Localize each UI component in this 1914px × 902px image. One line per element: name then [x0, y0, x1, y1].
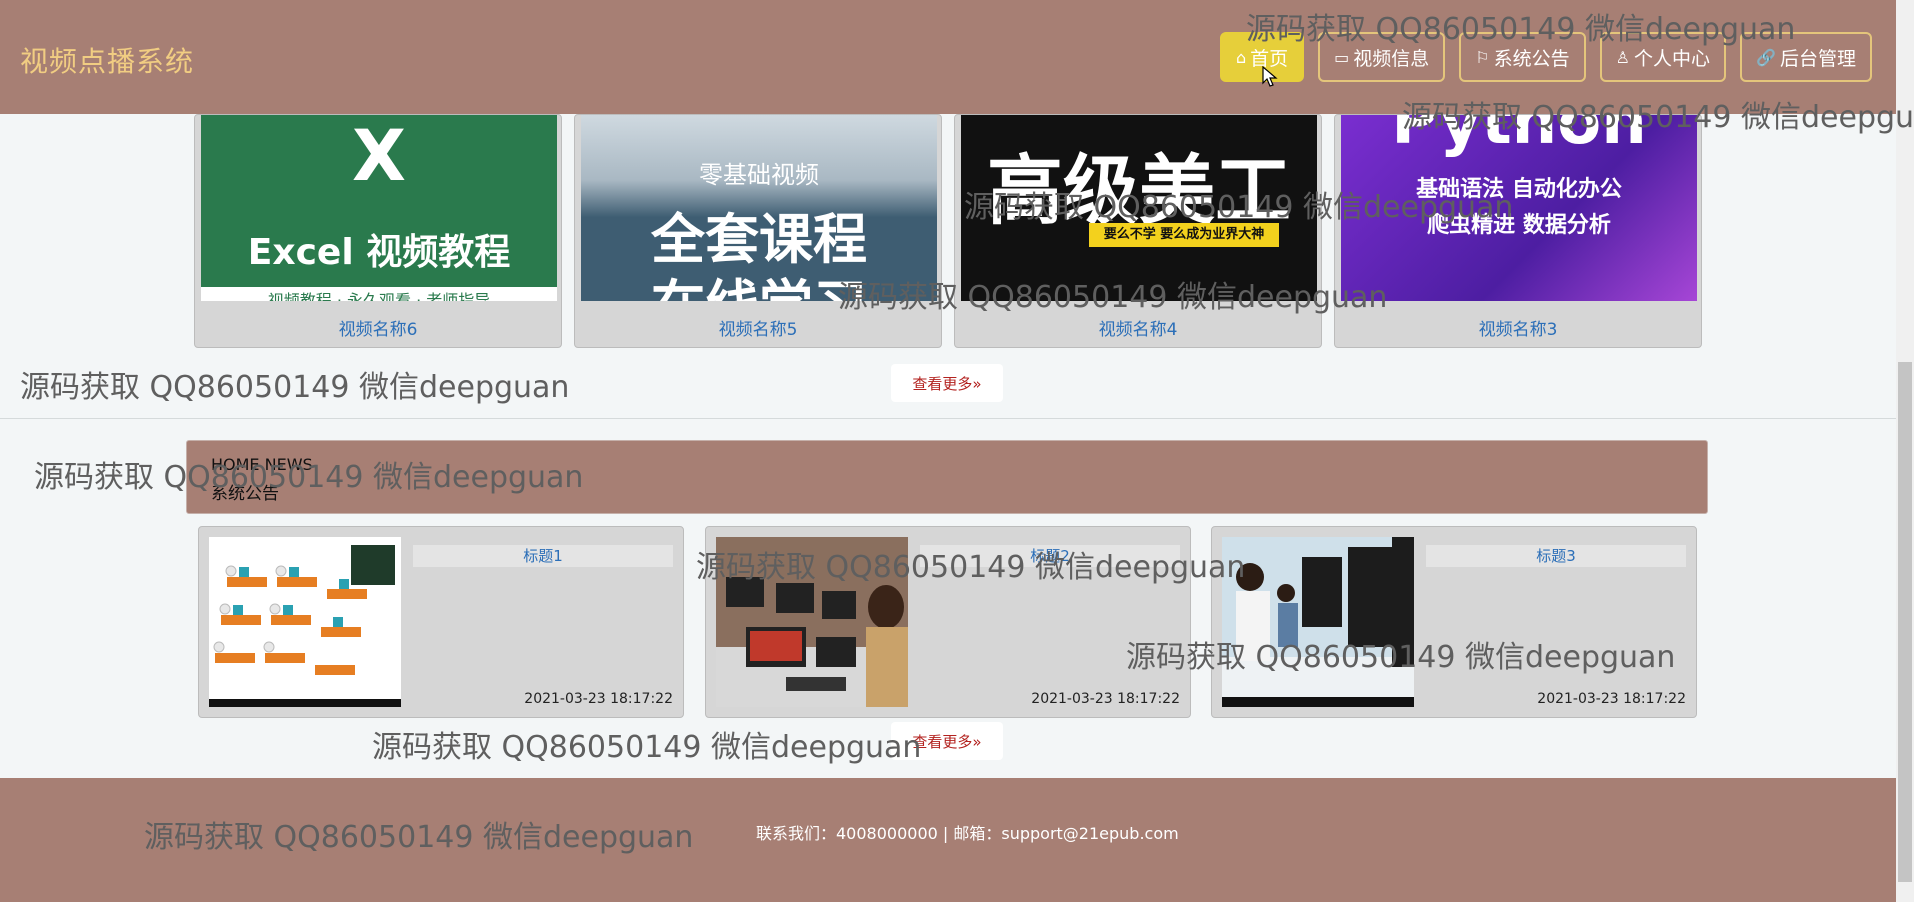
thumbnail-title: Excel 视频教程	[247, 232, 511, 273]
mouse-cursor-icon	[1262, 66, 1278, 87]
classroom-illustration-icon	[209, 537, 401, 707]
video-thumbnail[interactable]: 零基础视频 全套课程 在线学习	[581, 115, 937, 301]
news-title[interactable]: 标题1	[413, 545, 673, 567]
home-icon: ⌂	[1236, 47, 1247, 67]
news-card[interactable]: 标题1 2021-03-23 18:17:22	[198, 526, 684, 718]
office-photo-icon	[1222, 537, 1414, 707]
video-card[interactable]: X Excel 视频教程 视频教程 · 永久观看 · 老师指导 视频名称6	[194, 114, 562, 348]
user-icon: ♙	[1615, 47, 1631, 67]
video-name[interactable]: 视频名称6	[195, 315, 561, 340]
news-date: 2021-03-23 18:17:22	[1537, 691, 1686, 707]
main-nav: ⌂ 首页 ▭ 视频信息 ⚐ 系统公告 ♙ 个人中心 🔗 后台管理	[1220, 32, 1872, 82]
footer-contact: 联系我们：4008000000 | 邮箱：support@21epub.com	[756, 824, 1179, 843]
nav-announcement-label: 系统公告	[1493, 47, 1570, 70]
news-heading-cn: 系统公告	[211, 484, 279, 504]
nav-video-info-label: 视频信息	[1353, 47, 1430, 70]
flag-icon: ⚐	[1475, 47, 1490, 67]
news-date: 2021-03-23 18:17:22	[1031, 691, 1180, 707]
scrollbar-thumb[interactable]	[1898, 362, 1912, 882]
thumbnail-subtitle: 在线学习	[581, 261, 937, 301]
video-card[interactable]: 高级美工 要么不学 要么成为业界大神 视频名称4	[954, 114, 1322, 348]
news-card[interactable]: 标题3 2021-03-23 18:17:22	[1211, 526, 1697, 718]
nav-admin-label: 后台管理	[1779, 47, 1856, 70]
thumbnail-tagline: 零基础视频	[699, 161, 819, 189]
videos-more-button[interactable]: 查看更多»	[891, 364, 1003, 402]
video-section: X Excel 视频教程 视频教程 · 永久观看 · 老师指导 视频名称6 零基…	[0, 114, 1896, 419]
thumbnail-tagline: 爬虫精进 数据分析	[1427, 213, 1611, 238]
vertical-scrollbar[interactable]	[1896, 0, 1914, 902]
thumbnail-subtitle: 视频教程 · 永久观看 · 老师指导	[201, 287, 557, 301]
video-thumbnail[interactable]: Python 基础语法 自动化办公 爬虫精进 数据分析	[1341, 115, 1697, 301]
watermark-text: 源码获取 QQ86050149 微信deepguan	[372, 730, 922, 765]
site-brand[interactable]: 视频点播系统	[20, 40, 194, 80]
news-heading-en: HOME NEWS	[211, 455, 313, 474]
top-header: 视频点播系统 ⌂ 首页 ▭ 视频信息 ⚐ 系统公告 ♙ 个人中心 🔗 后台管理	[0, 0, 1896, 114]
video-name[interactable]: 视频名称3	[1335, 315, 1701, 340]
video-card[interactable]: Python 基础语法 自动化办公 爬虫精进 数据分析 视频名称3	[1334, 114, 1702, 348]
thumbnail-subtitle: 基础语法 自动化办公	[1416, 177, 1622, 202]
link-icon: 🔗	[1756, 47, 1776, 67]
video-card[interactable]: 零基础视频 全套课程 在线学习 视频名称5	[574, 114, 942, 348]
section-divider	[0, 418, 1896, 419]
nav-profile-label: 个人中心	[1634, 47, 1711, 70]
computer-lab-photo-icon	[716, 537, 908, 707]
video-name[interactable]: 视频名称4	[955, 315, 1321, 340]
thumbnail-subtitle: 要么不学 要么成为业界大神	[1089, 223, 1279, 247]
video-icon: ▭	[1334, 47, 1350, 67]
news-title[interactable]: 标题2	[920, 545, 1180, 567]
nav-profile-button[interactable]: ♙ 个人中心	[1599, 32, 1727, 82]
nav-admin-button[interactable]: 🔗 后台管理	[1740, 32, 1872, 82]
video-name[interactable]: 视频名称5	[575, 315, 941, 340]
news-header-bar: HOME NEWS 系统公告	[186, 440, 1708, 514]
video-thumbnail[interactable]: 高级美工 要么不学 要么成为业界大神	[961, 115, 1317, 301]
page-footer: 联系我们：4008000000 | 邮箱：support@21epub.com	[0, 778, 1896, 902]
news-more-button[interactable]: 查看更多»	[891, 722, 1003, 760]
video-thumbnail[interactable]: X Excel 视频教程 视频教程 · 永久观看 · 老师指导	[201, 115, 557, 301]
news-date: 2021-03-23 18:17:22	[524, 691, 673, 707]
news-card[interactable]: 标题2 2021-03-23 18:17:22	[705, 526, 1191, 718]
nav-announcement-button[interactable]: ⚐ 系统公告	[1459, 32, 1586, 82]
news-thumbnail[interactable]	[1222, 537, 1414, 707]
thumbnail-title: Python	[1391, 115, 1647, 159]
news-thumbnail[interactable]	[209, 537, 401, 707]
excel-logo-icon: X	[352, 115, 406, 197]
nav-video-info-button[interactable]: ▭ 视频信息	[1318, 32, 1446, 82]
news-title[interactable]: 标题3	[1426, 545, 1686, 567]
news-thumbnail[interactable]	[716, 537, 908, 707]
